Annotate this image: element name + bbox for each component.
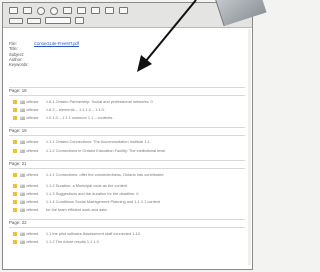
pointer-arrow-icon — [137, 0, 197, 72]
